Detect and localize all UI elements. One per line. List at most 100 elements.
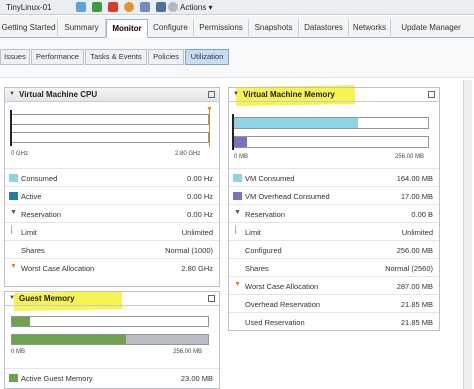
row-value: 17.00 MB: [400, 192, 433, 201]
row-label: Used Reservation: [245, 318, 305, 327]
row-label: Limit: [21, 228, 37, 237]
row-label: Consumed: [21, 174, 58, 183]
orange-arrow-icon: ▼: [234, 281, 241, 288]
guest-used-bar: [11, 334, 209, 345]
monitor-subtabs: Issues Performance Tasks & Events Polici…: [0, 38, 474, 78]
vm-overhead-fill: [234, 137, 247, 147]
vmm-row-worst-case: ▼ Worst Case Allocation 287.00 MB: [229, 276, 439, 294]
cpu-zero-marker: [10, 110, 12, 146]
vm-memory-panel-header: ▼ Virtual Machine Memory: [229, 88, 439, 102]
active-swatch: [9, 192, 18, 200]
tab-snapshots[interactable]: Snapshots: [249, 19, 299, 38]
subtab-performance[interactable]: Performance: [31, 49, 84, 65]
orange-arrow-icon: ▼: [206, 106, 213, 113]
vm-icon[interactable]: [76, 2, 86, 12]
row-value: 23.00 MB: [180, 374, 213, 383]
guest-axis-max: 256.00 MB: [173, 349, 203, 355]
row-label: Configured: [245, 246, 282, 255]
cpu-row-limit: │ Limit Unlimited: [5, 222, 219, 240]
overhead-swatch: [233, 192, 242, 200]
power-on-icon[interactable]: [92, 2, 102, 12]
guest-memory-panel: ▼ Guest Memory 0 MB 256.00 MB Active Gue…: [4, 291, 220, 389]
orange-arrow-icon: ▼: [10, 263, 17, 270]
vm-cpu-title: Virtual Machine CPU: [19, 90, 98, 99]
row-label: Worst Case Allocation: [245, 282, 319, 291]
maximize-icon[interactable]: [208, 91, 215, 98]
gear-icon[interactable]: [168, 2, 178, 12]
vm-memory-consumed-bar: [233, 117, 429, 129]
tab-configure[interactable]: Configure: [148, 19, 194, 38]
row-label: Shares: [21, 246, 45, 255]
vmm-row-shares: Shares Normal (2560): [229, 258, 439, 276]
guest-row-active: Active Guest Memory 23.00 MB: [5, 368, 219, 386]
tab-networks[interactable]: Networks: [349, 19, 391, 38]
cpu-usage-bar: [11, 114, 209, 125]
maximize-icon[interactable]: [428, 91, 435, 98]
row-value: 287.00 MB: [396, 282, 433, 291]
row-value: 0.00 Hz: [187, 174, 213, 183]
row-label: Overhead Reservation: [245, 300, 321, 309]
vm-name-title: TinyLinux-01: [6, 3, 52, 12]
cpu-row-shares: Shares Normal (1000): [5, 240, 219, 258]
arrow-icon: ▼: [10, 209, 17, 216]
vmm-row-reservation: ▼ Reservation 0.00 B: [229, 204, 439, 222]
vm-memory-axis-min: 0 MB: [234, 154, 249, 160]
tab-datastores[interactable]: Datastores: [299, 19, 349, 38]
row-value: 256.00 MB: [396, 246, 433, 255]
subtab-issues[interactable]: Issues: [0, 49, 30, 65]
row-value: 21.85 MB: [400, 300, 433, 309]
row-value: 164.00 MB: [396, 174, 433, 183]
guest-used-fill: [12, 335, 126, 344]
top-toolbar: TinyLinux-01 Actions ▾: [0, 0, 474, 15]
main-tabs: Getting Started Summary Monitor Configur…: [0, 16, 474, 38]
guest-active-fill: [12, 317, 30, 326]
power-off-icon[interactable]: [108, 2, 118, 12]
row-label: Reservation: [21, 210, 62, 219]
vmm-row-used-reservation: Used Reservation 21.85 MB: [229, 312, 439, 330]
subtab-tasks-events[interactable]: Tasks & Events: [85, 49, 147, 65]
collapse-icon[interactable]: ▼: [9, 295, 15, 301]
row-value: Unlimited: [401, 228, 433, 237]
cpu-row-worst-case: ▼ Worst Case Allocation 2.80 GHz: [5, 258, 219, 276]
subtab-policies[interactable]: Policies: [148, 49, 184, 65]
cpu-worst-case-marker: ▼: [206, 106, 213, 147]
collapse-icon[interactable]: ▼: [9, 91, 15, 97]
vm-cpu-panel-header: ▼ Virtual Machine CPU: [5, 88, 219, 102]
row-value: 21.85 MB: [400, 318, 433, 327]
vmm-row-configured: Configured 256.00 MB: [229, 240, 439, 258]
row-label: Reservation: [245, 210, 286, 219]
row-value: Unlimited: [181, 228, 213, 237]
vm-memory-zero-marker: [232, 114, 234, 150]
tab-getting-started[interactable]: Getting Started: [0, 19, 58, 38]
cpu-row-active: Active 0.00 Hz: [5, 186, 219, 204]
row-label: Active: [21, 192, 42, 201]
tab-summary[interactable]: Summary: [58, 19, 106, 38]
row-value: Normal (2560): [385, 264, 433, 273]
maximize-icon[interactable]: [208, 295, 215, 302]
collapse-icon[interactable]: ▼: [233, 91, 239, 97]
suspend-icon[interactable]: [124, 2, 134, 12]
guest-memory-panel-header: ▼ Guest Memory: [5, 292, 219, 306]
tab-update-manager[interactable]: Update Manager: [391, 19, 471, 38]
tab-monitor[interactable]: Monitor: [106, 19, 148, 38]
arrow-icon: ▼: [234, 209, 241, 216]
vm-memory-panel: ▼ Virtual Machine Memory 0 MB 256.00 MB …: [228, 87, 440, 331]
bar-icon: │: [234, 227, 239, 234]
guest-axis-min: 0 MB: [11, 349, 26, 355]
tab-permissions[interactable]: Permissions: [194, 19, 249, 38]
row-value: Normal (1000): [165, 246, 213, 255]
vm-memory-overhead-bar: [233, 136, 429, 148]
migrate-icon[interactable]: [156, 2, 166, 12]
chevron-down-icon: ▾: [208, 3, 213, 12]
vm-consumed-fill: [234, 118, 359, 128]
actions-menu-button[interactable]: Actions ▾: [180, 3, 212, 12]
vm-cpu-panel: ▼ Virtual Machine CPU ▼ 0 GHz 2.80 GHz C…: [4, 87, 220, 287]
console-icon[interactable]: [140, 2, 150, 12]
cpu-reservation-bar: [11, 132, 209, 143]
row-label: VM Overhead Consumed: [245, 192, 330, 201]
row-label: VM Consumed: [245, 174, 295, 183]
vertical-scrollbar[interactable]: [463, 80, 472, 389]
subtab-utilization[interactable]: Utilization: [185, 49, 229, 65]
row-label: Active Guest Memory: [21, 374, 93, 383]
vm-memory-axis-max: 256.00 MB: [395, 154, 425, 160]
